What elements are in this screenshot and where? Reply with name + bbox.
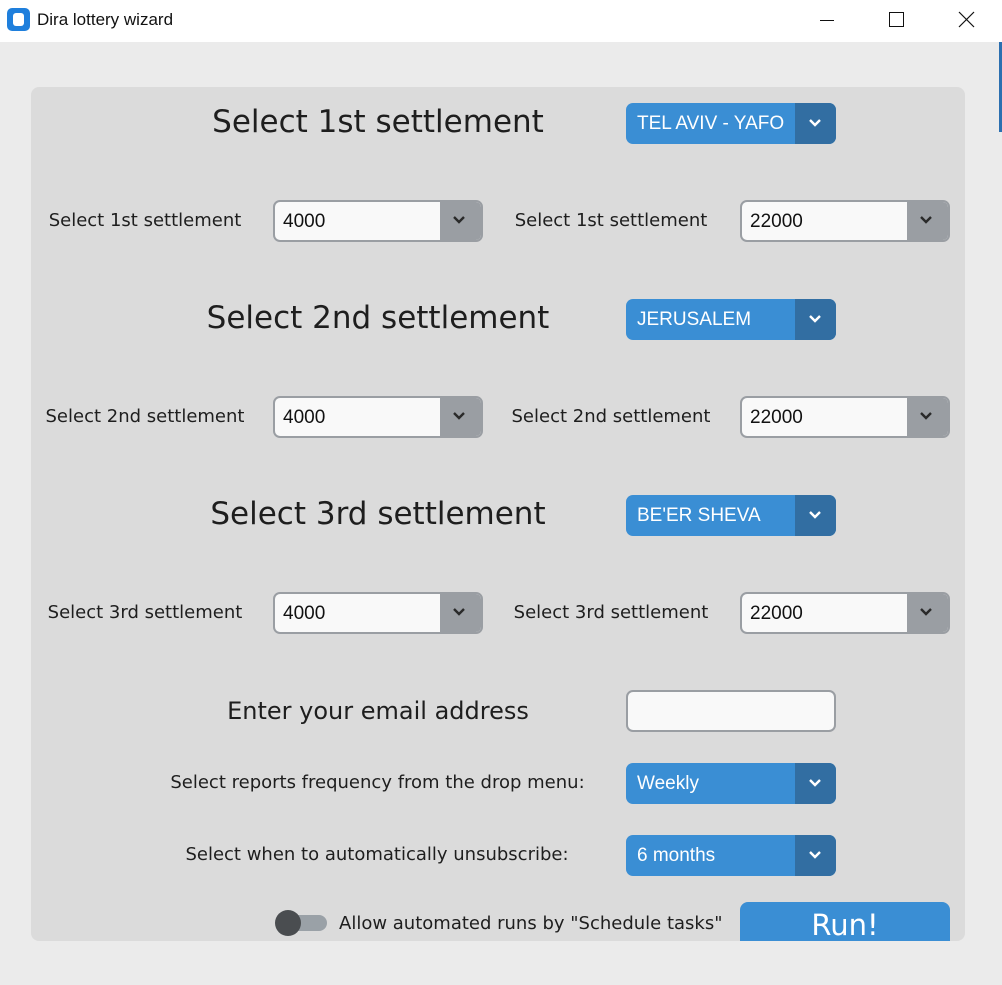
email-input[interactable] [626,690,836,732]
switch-knob [275,910,301,936]
chevron-down-icon [440,202,481,240]
settlement-2-max-label: Select 2nd settlement [511,406,711,427]
minimize-button[interactable] [804,0,850,42]
schedule-tasks-label: Allow automated runs by "Schedule tasks" [339,913,723,934]
frequency-label: Select reports frequency from the drop m… [170,772,585,793]
settlement-2-city-value: JERUSALEM [637,309,752,330]
chevron-down-icon [795,835,836,876]
chevron-down-icon [795,299,836,340]
settlement-2-min-combo[interactable]: 4000 [273,396,483,438]
unsubscribe-label: Select when to automatically unsubscribe… [185,844,569,865]
settlement-3-min-label: Select 3rd settlement [47,602,243,623]
unsubscribe-value: 6 months [637,845,716,866]
settlement-3-max-label: Select 3rd settlement [513,602,709,623]
title-bar: Dira lottery wizard [0,0,1002,42]
chevron-down-icon [907,202,948,240]
schedule-tasks-switch[interactable] [275,910,327,936]
settlement-2-city-select[interactable]: JERUSALEM [626,299,836,340]
minimize-icon [820,20,834,21]
settlement-2-min-label: Select 2nd settlement [45,406,245,427]
chevron-down-icon [440,594,481,632]
chevron-down-icon [907,398,948,436]
email-label: Enter your email address [227,697,529,725]
settlement-1-max-label: Select 1st settlement [514,210,708,231]
settlement-2-max-combo[interactable]: 22000 [740,396,950,438]
settlement-2-max-value: 22000 [750,407,803,428]
unsubscribe-select[interactable]: 6 months [626,835,836,876]
settlement-1-max-combo[interactable]: 22000 [740,200,950,242]
settlement-3-city-select[interactable]: BE'ER SHEVA [626,495,836,536]
settlement-1-city-select[interactable]: TEL AVIV - YAFO [626,103,836,144]
settlement-2-min-value: 4000 [283,407,326,428]
close-button[interactable] [943,0,989,42]
settlement-3-max-combo[interactable]: 22000 [740,592,950,634]
settlement-3-heading: Select 3rd settlement [210,496,546,532]
run-button[interactable]: Run! [740,902,950,941]
chevron-down-icon [795,495,836,536]
app-icon [7,8,30,31]
run-button-label: Run! [811,908,879,941]
settlement-3-max-value: 22000 [750,603,803,624]
maximize-icon [889,12,904,27]
settlement-1-city-value: TEL AVIV - YAFO [637,113,785,134]
settlement-3-min-combo[interactable]: 4000 [273,592,483,634]
settlement-2-heading: Select 2nd settlement [206,300,550,336]
chevron-down-icon [795,763,836,804]
settlement-1-max-value: 22000 [750,211,803,232]
chevron-down-icon [907,594,948,632]
settlement-3-min-value: 4000 [283,603,326,624]
close-icon [958,11,975,28]
chevron-down-icon [795,103,836,144]
settlement-1-min-value: 4000 [283,211,326,232]
settlement-1-min-label: Select 1st settlement [48,210,242,231]
window-title: Dira lottery wizard [37,10,174,29]
settlement-1-heading: Select 1st settlement [212,104,544,140]
settlement-3-city-value: BE'ER SHEVA [637,505,761,526]
frequency-value: Weekly [637,773,699,794]
settlement-1-min-combo[interactable]: 4000 [273,200,483,242]
frequency-select[interactable]: Weekly [626,763,836,804]
maximize-button[interactable] [873,0,919,42]
chevron-down-icon [440,398,481,436]
